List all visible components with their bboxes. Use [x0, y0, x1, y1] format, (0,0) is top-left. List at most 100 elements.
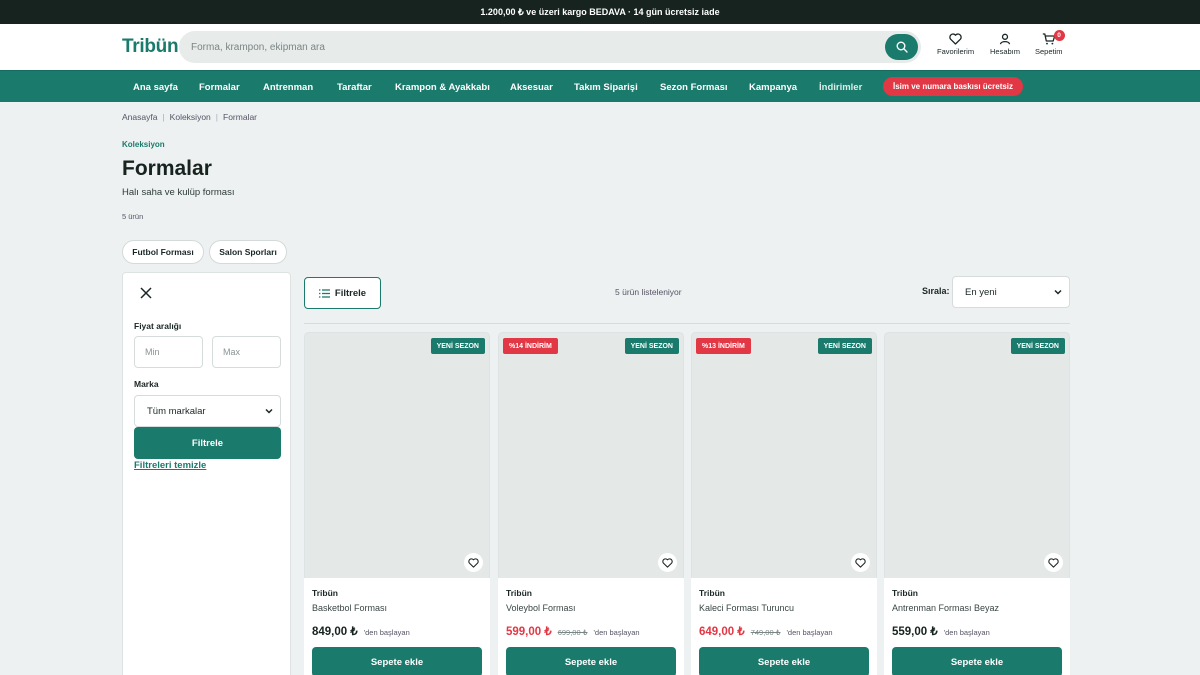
listing-count: 5 ürün listeleniyor — [615, 287, 682, 297]
product-price: 849,00 ₺ — [312, 626, 358, 638]
apply-filters-button[interactable]: Filtrele — [134, 427, 281, 459]
favorite-button[interactable] — [1044, 553, 1063, 572]
new-season-badge: YENİ SEZON — [624, 338, 679, 354]
nav-item-taraftar[interactable]: Taraftar — [337, 71, 372, 103]
add-to-cart-button[interactable]: Sepete ekle — [892, 647, 1062, 675]
nav-item-aksesuar[interactable]: Aksesuar — [510, 71, 553, 103]
nav-item-krampon[interactable]: Krampon & Ayakkabı — [395, 71, 490, 103]
collection-eyebrow: Koleksiyon — [122, 140, 165, 149]
nav-promo-pill[interactable]: İsim ve numara baskısı ücretsiz — [883, 77, 1023, 96]
nav-item-kampanya[interactable]: Kampanya — [749, 71, 797, 103]
product-brand: Tribün — [312, 588, 338, 598]
nav-item-sezon-formasi[interactable]: Sezon Forması — [660, 71, 728, 103]
new-season-badge: YENİ SEZON — [1010, 338, 1065, 354]
search-icon — [896, 41, 908, 53]
clear-filters-link[interactable]: Filtreleri temizle — [134, 460, 206, 471]
cart-link[interactable]: Sepetim 0 — [1035, 30, 1065, 56]
heart-icon — [855, 557, 866, 568]
search-input[interactable] — [191, 31, 881, 63]
close-icon — [140, 287, 152, 299]
favorite-button[interactable] — [658, 553, 677, 572]
product-image[interactable] — [304, 332, 490, 578]
product-name[interactable]: Kaleci Forması Turuncu — [699, 603, 794, 613]
price-row: 649,00 ₺ 749,00 ₺ 'den başlayan — [699, 624, 833, 638]
cart-count-badge: 0 — [1053, 30, 1065, 41]
heart-icon — [662, 557, 673, 568]
product-image[interactable] — [498, 332, 684, 578]
toolbar-divider — [304, 323, 1070, 324]
close-filters-button[interactable] — [139, 286, 153, 305]
favorite-button[interactable] — [851, 553, 870, 572]
nav-item-indirimler[interactable]: İndirimler — [819, 71, 862, 103]
add-to-cart-button[interactable]: Sepete ekle — [506, 647, 676, 675]
price-row: 849,00 ₺ 'den başlayan — [312, 624, 410, 638]
chip-salon-sporlari[interactable]: Salon Sporları — [209, 240, 287, 264]
add-to-cart-button[interactable]: Sepete ekle — [312, 647, 482, 675]
product-price: 599,00 ₺ — [506, 626, 552, 638]
filter-toggle-button[interactable]: Filtrele — [304, 277, 381, 309]
product-name[interactable]: Basketbol Forması — [312, 603, 387, 613]
nav-item-formalar[interactable]: Formalar — [199, 71, 240, 103]
heart-icon — [1048, 557, 1059, 568]
price-range-label: Fiyat aralığı — [134, 321, 182, 331]
site-header: Tribün Favorilerim Hesabım Sepetim 0 — [0, 24, 1200, 70]
page-title: Formalar — [122, 157, 212, 180]
price-from-label: 'den başlayan — [593, 628, 640, 637]
product-card[interactable]: YENİ SEZON Tribün Basketbol Forması 849,… — [304, 332, 490, 675]
heart-icon — [949, 33, 962, 45]
filter-sidebar: Fiyat aralığı Marka Tüm markalar Filtrel… — [122, 272, 291, 675]
price-from-label: 'den başlayan — [363, 628, 410, 637]
chip-futbol-formasi[interactable]: Futbol Forması — [122, 240, 204, 264]
product-count: 5 ürün — [122, 212, 144, 221]
search-bar — [179, 31, 921, 63]
discount-badge: %14 İNDİRİM — [503, 338, 558, 354]
product-price: 559,00 ₺ — [892, 626, 938, 638]
sort-select[interactable]: En yeni — [952, 276, 1070, 308]
main-nav: Ana sayfa Formalar Antrenman Taraftar Kr… — [0, 70, 1200, 102]
brand-label: Marka — [134, 379, 159, 389]
discount-badge: %13 İNDİRİM — [696, 338, 751, 354]
breadcrumb-separator: | — [162, 112, 165, 122]
product-brand: Tribün — [699, 588, 725, 598]
site-logo[interactable]: Tribün — [122, 36, 179, 58]
account-link[interactable]: Hesabım — [990, 33, 1020, 56]
page-subtitle: Halı saha ve kulüp forması — [122, 187, 235, 198]
add-to-cart-button[interactable]: Sepete ekle — [699, 647, 869, 675]
price-max-input[interactable] — [212, 336, 281, 368]
product-old-price: 699,00 ₺ — [557, 628, 588, 637]
product-image[interactable] — [884, 332, 1070, 578]
breadcrumb-current: Formalar — [223, 112, 258, 122]
new-season-badge: YENİ SEZON — [430, 338, 485, 354]
sort-label: Sırala: — [922, 286, 950, 296]
filter-toggle-label: Filtrele — [334, 287, 367, 299]
favorites-link[interactable]: Favorilerim — [937, 33, 974, 56]
product-brand: Tribün — [506, 588, 532, 598]
breadcrumb-collection[interactable]: Koleksiyon — [170, 112, 211, 122]
chevron-down-icon — [1054, 289, 1062, 295]
search-button[interactable] — [885, 34, 918, 60]
product-brand: Tribün — [892, 588, 918, 598]
product-old-price: 749,00 ₺ — [750, 628, 781, 637]
brand-select[interactable]: Tüm markalar — [134, 395, 281, 427]
breadcrumb-separator: | — [215, 112, 218, 122]
cart-label: Sepetim — [1035, 47, 1063, 56]
nav-item-antrenman[interactable]: Antrenman — [263, 71, 313, 103]
product-image[interactable] — [691, 332, 877, 578]
product-card[interactable]: %13 İNDİRİM YENİ SEZON Tribün Kaleci For… — [691, 332, 877, 675]
product-card[interactable]: YENİ SEZON Tribün Antrenman Forması Beya… — [884, 332, 1070, 675]
product-name[interactable]: Voleybol Forması — [506, 603, 576, 613]
chevron-down-icon — [265, 408, 273, 414]
favorite-button[interactable] — [464, 553, 483, 572]
brand-select-value: Tüm markalar — [147, 405, 206, 417]
account-label: Hesabım — [990, 47, 1021, 56]
product-name[interactable]: Antrenman Forması Beyaz — [892, 603, 999, 613]
favorites-label: Favorilerim — [937, 47, 975, 56]
announcement-text: 1.200,00 ₺ ve üzeri kargo BEDAVA · 14 gü… — [480, 6, 720, 17]
new-season-badge: YENİ SEZON — [817, 338, 872, 354]
price-min-input[interactable] — [134, 336, 203, 368]
nav-item-takim-siparisi[interactable]: Takım Siparişi — [574, 71, 638, 103]
nav-item-ana-sayfa[interactable]: Ana sayfa — [133, 71, 178, 103]
breadcrumb-home[interactable]: Anasayfa — [122, 112, 157, 122]
product-card[interactable]: %14 İNDİRİM YENİ SEZON Tribün Voleybol F… — [498, 332, 684, 675]
filter-lines-icon — [318, 288, 330, 298]
